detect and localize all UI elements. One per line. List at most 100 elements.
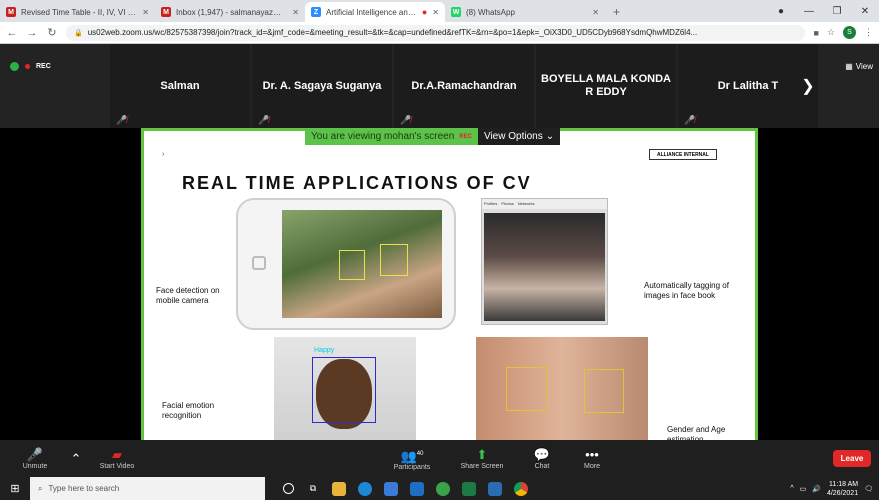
close-icon[interactable]: ✕	[292, 8, 299, 17]
close-icon[interactable]: ✕	[142, 8, 149, 17]
share-screen-icon: ⬆	[476, 447, 488, 462]
muted-mic-icon: 🎤	[26, 447, 44, 462]
participant-tile[interactable]: BOYELLA MALA KONDA R EDDY	[536, 44, 676, 128]
participant-name: Dr Lalitha T	[717, 79, 779, 92]
close-window-icon[interactable]: ✕	[851, 6, 879, 17]
viewing-text: You are viewing mohan's screen	[311, 131, 455, 142]
face-box	[312, 357, 376, 423]
participants-label: Participants	[393, 464, 431, 472]
browser-tab[interactable]: W (8) WhatsApp ✕	[445, 2, 605, 22]
profile-avatar[interactable]: S	[843, 26, 856, 39]
bookmark-star-icon[interactable]: ☆	[827, 27, 835, 38]
unmute-label: Unmute	[22, 463, 48, 470]
taskbar-search[interactable]: ⌕ Type here to search	[30, 477, 265, 500]
muted-mic-icon: 🎤̸	[116, 115, 128, 125]
chevron-up-icon: ⌃	[70, 450, 82, 466]
chevron-down-icon: ⌄	[545, 131, 555, 142]
new-tab-button[interactable]: +	[605, 2, 628, 22]
url-field[interactable]: 🔒 us02web.zoom.us/wc/82575387398/join?tr…	[66, 24, 806, 41]
network-icon[interactable]: ▭	[800, 485, 807, 493]
minimize-icon[interactable]: —	[795, 6, 823, 17]
share-screen-label: Share Screen	[460, 463, 504, 470]
cortana-icon[interactable]	[283, 483, 294, 494]
browser-tab[interactable]: M Revised Time Table - II, IV, VI Sen ✕	[0, 2, 155, 22]
view-options-button[interactable]: View Options ⌄	[477, 128, 561, 145]
mail-icon[interactable]	[410, 481, 424, 496]
reload-icon[interactable]: ↻	[46, 26, 58, 39]
shield-icon[interactable]	[10, 62, 19, 71]
clock[interactable]: 11:18 AM 4/26/2021	[827, 480, 858, 498]
participant-strip: REC Salman 🎤̸ Dr. A. Sagaya Suganya 🎤̸ D…	[0, 44, 879, 128]
fb-tab: Networks	[517, 201, 535, 206]
chrome-icon[interactable]	[514, 481, 528, 496]
app-icon[interactable]	[436, 481, 450, 496]
more-menu-icon[interactable]: ⋮	[864, 27, 873, 38]
emotion-tag: Happy	[314, 347, 335, 354]
edge-icon[interactable]	[358, 481, 372, 496]
face-box	[380, 244, 408, 276]
participant-gallery: Salman 🎤̸ Dr. A. Sagaya Suganya 🎤̸ Dr.A.…	[110, 44, 822, 128]
volume-icon[interactable]: 🔊	[812, 485, 821, 493]
meeting-toolbar: 🎤 Unmute ⌃ ▰ Start Video 👥40 Participant…	[0, 440, 879, 477]
window-controls: ● — ❐ ✕	[767, 0, 879, 22]
banner-rec-label: REC	[459, 133, 472, 140]
back-icon[interactable]: ←	[6, 27, 18, 39]
whatsapp-icon: W	[451, 7, 461, 17]
next-page-icon[interactable]: ❯	[793, 44, 823, 128]
more-button[interactable]: ••• More	[567, 440, 617, 477]
excel-icon[interactable]	[462, 481, 476, 496]
muted-mic-icon: 🎤̸	[684, 115, 696, 125]
file-explorer-icon[interactable]	[332, 481, 346, 496]
tab-title: Revised Time Table - II, IV, VI Sen	[21, 7, 138, 17]
forward-icon[interactable]: →	[26, 27, 38, 39]
notifications-icon[interactable]: 🗨	[864, 485, 873, 493]
fb-tabs: Profiles Photos Networks	[482, 199, 607, 209]
start-video-button[interactable]: ▰ Start Video	[82, 440, 152, 477]
unmute-button[interactable]: 🎤 Unmute	[0, 440, 70, 477]
participants-button[interactable]: 👥40 Participants	[377, 440, 447, 477]
view-button[interactable]: ▦ View	[845, 62, 873, 71]
close-icon[interactable]: ✕	[432, 8, 439, 17]
facebook-tagging-image: Profiles Photos Networks	[481, 198, 608, 325]
group-photo	[484, 213, 605, 321]
participant-tile[interactable]: Salman 🎤̸	[110, 44, 250, 128]
gmail-icon: M	[161, 7, 171, 17]
participant-tile[interactable]: Dr. A. Sagaya Suganya 🎤̸	[252, 44, 392, 128]
share-screen-button[interactable]: ⬆ Share Screen	[447, 440, 517, 477]
face-box	[506, 367, 548, 411]
chevron-up-icon[interactable]: ^	[790, 485, 793, 492]
rec-label: REC	[36, 63, 51, 70]
browser-tab-active[interactable]: Z Artificial Intelligence and its ● ✕	[305, 2, 445, 22]
search-placeholder: Type here to search	[48, 484, 120, 493]
windows-start-icon[interactable]: ⊞	[0, 482, 30, 495]
recording-indicator-icon: ●	[421, 7, 428, 17]
browser-menu-icon[interactable]: ●	[767, 6, 795, 17]
camera-icon[interactable]: ■	[813, 28, 818, 38]
emotion-label: Facial emotion recognition	[162, 401, 215, 420]
chat-button[interactable]: 💬 Chat	[517, 440, 567, 477]
audio-options-chevron[interactable]: ⌃	[70, 440, 82, 477]
alliance-badge: ALLIANCE INTERNAL	[649, 149, 717, 160]
fb-tab: Photos	[501, 201, 514, 206]
phone-face-detection-image	[236, 198, 456, 330]
face-detection-label: Face detection on mobile camera	[156, 286, 220, 305]
participant-name: BOYELLA MALA KONDA R EDDY	[541, 73, 671, 98]
search-icon: ⌕	[38, 483, 43, 493]
participant-tile[interactable]: Dr.A.Ramachandran 🎤̸	[394, 44, 534, 128]
viewing-banner: You are viewing mohan's screen REC View …	[305, 128, 561, 145]
photos-icon[interactable]	[488, 481, 502, 496]
windows-taskbar: ⊞ ⌕ Type here to search ⧉ ^ ▭ 🔊 11:18 AM…	[0, 477, 879, 500]
grid-icon: ▦	[845, 62, 853, 71]
close-icon[interactable]: ✕	[592, 8, 599, 17]
face-box	[584, 369, 624, 413]
taskbar-apps: ⧉	[283, 481, 528, 496]
restore-icon[interactable]: ❐	[823, 6, 851, 17]
system-tray: ^ ▭ 🔊 11:18 AM 4/26/2021 🗨	[790, 480, 879, 498]
store-icon[interactable]	[384, 481, 398, 496]
task-view-icon[interactable]: ⧉	[306, 482, 320, 496]
zoom-icon: Z	[311, 7, 321, 17]
leave-button[interactable]: Leave	[833, 450, 871, 467]
viewing-notice: You are viewing mohan's screen REC	[305, 128, 478, 145]
tagging-label: Automatically tagging of images in face …	[644, 281, 729, 300]
browser-tab[interactable]: M Inbox (1,947) - salmanayaz@gm ✕	[155, 2, 305, 22]
